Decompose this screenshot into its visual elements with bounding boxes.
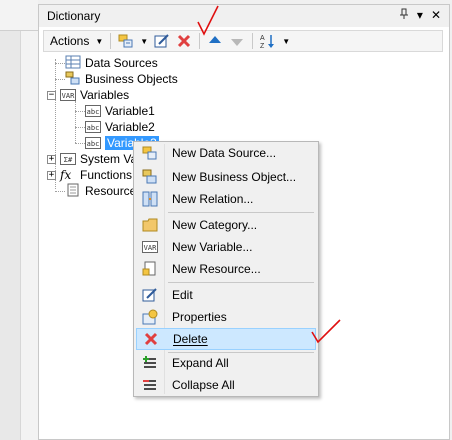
tree-connector bbox=[55, 63, 65, 64]
new-business-object-icon bbox=[138, 169, 162, 185]
tree-connector bbox=[75, 127, 85, 128]
system-variables-icon: Σ# bbox=[60, 153, 76, 165]
delete-icon bbox=[139, 331, 163, 347]
collapse-all-icon bbox=[138, 377, 162, 393]
menu-item-label: Delete bbox=[173, 332, 208, 346]
variable-icon: abc bbox=[85, 121, 101, 133]
var-badge: VAR bbox=[142, 241, 158, 253]
tree-connector bbox=[55, 191, 65, 192]
menu-separator bbox=[168, 212, 314, 213]
variable-icon: abc bbox=[85, 105, 101, 117]
toolbar-divider bbox=[110, 33, 112, 49]
sort-icon: AZ bbox=[260, 33, 276, 50]
delete-icon bbox=[176, 33, 192, 49]
data-sources-icon bbox=[65, 55, 81, 71]
tree-connector bbox=[75, 111, 85, 112]
actions-dropdown-button[interactable]: Actions ▼ bbox=[44, 31, 106, 51]
menu-item-edit[interactable]: Edit bbox=[136, 284, 316, 306]
chevron-down-icon: ▼ bbox=[95, 36, 104, 46]
functions-icon: fx bbox=[60, 168, 72, 182]
menu-item-new-relation[interactable]: New Relation... bbox=[136, 188, 316, 210]
dictionary-toolbar: Actions ▼ ▼ A Z ▼ bbox=[43, 30, 443, 52]
expand-toggle-icon[interactable]: + bbox=[47, 170, 56, 180]
panel-title-buttons: ▾ ✕ bbox=[399, 8, 441, 23]
menu-item-delete[interactable]: Delete bbox=[136, 328, 316, 350]
svg-text:Z: Z bbox=[260, 43, 265, 49]
new-category-icon bbox=[138, 217, 162, 233]
tree-item-business-objects[interactable]: Business Objects bbox=[65, 71, 178, 87]
tree-item-label: Variables bbox=[80, 88, 130, 102]
variables-icon: VAR bbox=[60, 89, 76, 101]
menu-item-new-data-source[interactable]: New Data Source... bbox=[136, 142, 316, 164]
menu-item-new-category[interactable]: New Category... bbox=[136, 214, 316, 236]
menu-item-label: Properties bbox=[172, 310, 227, 324]
sort-button[interactable]: AZ ▼ bbox=[257, 31, 293, 51]
tree-item-label: Business Objects bbox=[85, 72, 178, 86]
new-data-source-icon bbox=[138, 145, 162, 161]
new-resource-icon bbox=[138, 261, 162, 277]
edit-icon bbox=[138, 287, 162, 303]
tree-item-variables[interactable]: − VAR Variables bbox=[47, 87, 129, 103]
resources-icon bbox=[65, 183, 81, 199]
menu-item-label: New Relation... bbox=[172, 192, 254, 206]
tree-item-functions[interactable]: + fx Functions bbox=[47, 167, 132, 183]
tree-item-resources[interactable]: Resources bbox=[65, 183, 142, 199]
tree-connector bbox=[75, 143, 85, 144]
menu-separator bbox=[168, 282, 314, 283]
panel-title-bar: Dictionary ▾ ✕ bbox=[39, 5, 449, 27]
menu-item-label: New Resource... bbox=[172, 262, 261, 276]
tree-item-label: Variable2 bbox=[105, 120, 155, 134]
panel-title: Dictionary bbox=[47, 9, 101, 23]
menu-item-label: New Variable... bbox=[172, 240, 253, 254]
menu-item-label: New Category... bbox=[172, 218, 258, 232]
left-document-area bbox=[0, 0, 38, 440]
close-icon[interactable]: ✕ bbox=[431, 8, 441, 23]
svg-text:A: A bbox=[260, 35, 265, 42]
tree-connector bbox=[55, 79, 65, 80]
menu-item-label: Expand All bbox=[172, 356, 229, 370]
chevron-down-icon: ▼ bbox=[140, 36, 149, 46]
expand-all-icon bbox=[138, 355, 162, 371]
menu-item-new-business-object[interactable]: New Business Object... bbox=[136, 166, 316, 188]
move-down-button[interactable] bbox=[226, 31, 248, 51]
menu-item-label: Collapse All bbox=[172, 378, 235, 392]
business-objects-icon bbox=[65, 71, 81, 87]
expand-toggle-icon[interactable]: + bbox=[47, 154, 56, 164]
menu-item-expand-all[interactable]: Expand All bbox=[136, 352, 316, 374]
context-menu: New Data Source... New Business Object..… bbox=[133, 141, 319, 397]
new-item-icon bbox=[118, 33, 134, 49]
new-relation-icon bbox=[138, 191, 162, 207]
menu-item-collapse-all[interactable]: Collapse All bbox=[136, 374, 316, 396]
tree-item-label: Functions bbox=[80, 168, 133, 182]
toolbar-divider bbox=[252, 33, 254, 49]
menu-item-properties[interactable]: Properties bbox=[136, 306, 316, 328]
tree-item-label: Data Sources bbox=[85, 56, 158, 70]
tree-item-data-sources[interactable]: Data Sources bbox=[65, 55, 158, 71]
menu-item-new-variable[interactable]: VAR New Variable... bbox=[136, 236, 316, 258]
new-variable-icon: VAR bbox=[138, 241, 162, 253]
variable-icon: abc bbox=[85, 137, 101, 149]
chevron-down-icon: ▼ bbox=[282, 36, 291, 46]
annotation-check-mark-icon bbox=[311, 319, 341, 344]
tree-item-label: Variable1 bbox=[105, 104, 155, 118]
dropdown-icon[interactable]: ▾ bbox=[417, 8, 423, 23]
tree-connector bbox=[75, 101, 76, 143]
new-item-button[interactable]: ▼ bbox=[115, 31, 151, 51]
actions-label: Actions bbox=[50, 34, 90, 48]
move-down-icon bbox=[229, 33, 245, 49]
edit-button[interactable] bbox=[151, 31, 173, 51]
left-scroll-strip bbox=[0, 31, 21, 440]
delete-button[interactable] bbox=[173, 31, 195, 51]
menu-item-label: Edit bbox=[172, 288, 193, 302]
tree-item-variable2[interactable]: abc Variable2 bbox=[85, 119, 155, 135]
edit-icon bbox=[154, 33, 170, 49]
annotation-check-mark-icon bbox=[197, 5, 219, 36]
menu-item-label: New Data Source... bbox=[172, 146, 277, 160]
properties-icon bbox=[138, 309, 162, 325]
pin-icon[interactable] bbox=[399, 8, 409, 23]
menu-item-new-resource[interactable]: New Resource... bbox=[136, 258, 316, 280]
collapse-toggle-icon[interactable]: − bbox=[47, 90, 56, 100]
tree-item-variable1[interactable]: abc Variable1 bbox=[85, 103, 155, 119]
menu-item-label: New Business Object... bbox=[172, 170, 297, 184]
